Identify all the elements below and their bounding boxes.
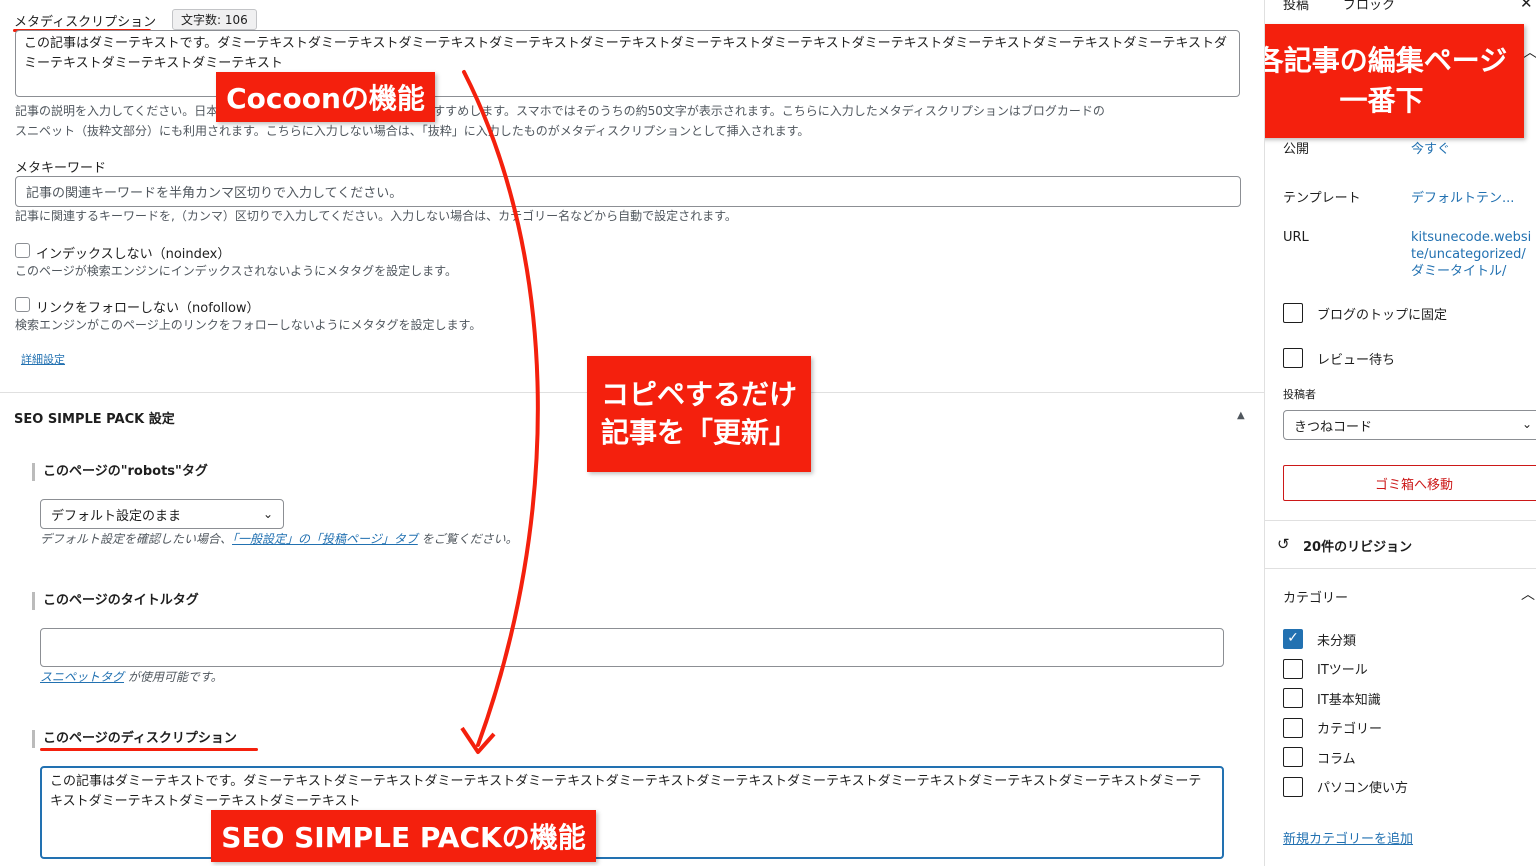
url-line1: kitsunecode.websi <box>1411 230 1532 245</box>
url-value[interactable]: kitsunecode.websi te/uncategorized/ ダミータ… <box>1411 229 1531 280</box>
pending-review-label[interactable]: レビュー待ち <box>1317 349 1395 368</box>
edit-page-bottom-annotation: 各記事の編集ページ 一番下 <box>1264 24 1524 138</box>
sticky-label[interactable]: ブログのトップに固定 <box>1317 304 1447 323</box>
bottom-annotation-line1: 各記事の編集ページ <box>1264 44 1508 77</box>
tab-block[interactable]: ブロック <box>1343 0 1395 13</box>
category-checkbox[interactable] <box>1283 688 1303 708</box>
copy-paste-annotation: コピペするだけ 記事を「更新」 <box>587 356 811 472</box>
category-list: ✓ 未分類 ITツール IT基本知識 カテゴリーコラムパソコン使い方 <box>1283 628 1533 810</box>
category-label: ITツール <box>1317 663 1368 678</box>
author-label: 投稿者 <box>1283 388 1316 401</box>
tab-post[interactable]: 投稿 <box>1283 0 1309 13</box>
post-meta-panel: メタディスクリプション 文字数: 106 この記事はダミーテキストです。ダミーテ… <box>0 0 1264 866</box>
category-checkbox[interactable] <box>1283 747 1303 767</box>
divider <box>1265 520 1536 521</box>
category-item[interactable]: IT基本知識 <box>1283 687 1381 709</box>
category-checkbox[interactable]: ✓ <box>1283 629 1303 649</box>
publish-value[interactable]: 今すぐ <box>1411 138 1450 157</box>
url-line3: ダミータイトル/ <box>1411 264 1507 279</box>
cocoon-feature-annotation: Cocoonの機能 <box>216 72 435 122</box>
category-label: パソコン使い方 <box>1317 781 1409 796</box>
category-label: カテゴリー <box>1317 722 1383 737</box>
revisions-link[interactable]: 20件のリビジョン <box>1303 536 1412 555</box>
add-category-link[interactable]: 新規カテゴリーを追加 <box>1283 828 1413 847</box>
chevron-up-icon[interactable]: ︿ <box>1521 584 1535 604</box>
category-checkbox[interactable] <box>1283 717 1303 738</box>
sticky-checkbox[interactable] <box>1283 303 1303 323</box>
copy-annotation-line1: コピペするだけ <box>600 378 797 411</box>
category-item[interactable]: コラム <box>1283 746 1356 768</box>
publish-label: 公開 <box>1283 142 1310 157</box>
url-label: URL <box>1283 230 1309 245</box>
pending-review-checkbox[interactable] <box>1283 348 1303 368</box>
category-checkbox[interactable] <box>1283 658 1303 679</box>
category-label: コラム <box>1317 751 1356 767</box>
chevron-down-icon: ⌄ <box>1522 417 1533 431</box>
history-icon: ↺ <box>1277 535 1290 553</box>
categories-title[interactable]: カテゴリー <box>1283 587 1348 606</box>
close-icon[interactable]: ✕ <box>1520 0 1533 12</box>
category-label: 未分類 <box>1317 633 1357 649</box>
category-item[interactable]: カテゴリー <box>1283 717 1382 739</box>
copy-annotation-line2: 記事を「更新」 <box>600 416 797 449</box>
post-settings-sidebar: 投稿 ブロック ✕ ︿ 公開 今すぐ テンプレート デフォルトテン... URL… <box>1264 0 1536 866</box>
category-item[interactable]: ✓ 未分類 <box>1283 628 1356 650</box>
author-select-value: きつねコード <box>1294 419 1373 435</box>
chevron-up-icon[interactable]: ︿ <box>1523 42 1536 62</box>
category-label: IT基本知識 <box>1317 692 1381 708</box>
url-line2: te/uncategorized/ <box>1411 247 1526 262</box>
category-item[interactable]: ITツール <box>1283 658 1368 680</box>
author-select[interactable]: きつねコード ⌄ <box>1283 410 1536 440</box>
template-label: テンプレート <box>1283 191 1361 206</box>
move-to-trash-button[interactable]: ゴミ箱へ移動 <box>1283 465 1536 501</box>
category-item[interactable]: パソコン使い方 <box>1283 776 1408 798</box>
template-value[interactable]: デフォルトテン... <box>1411 187 1514 206</box>
bottom-annotation-line2: 一番下 <box>1339 84 1424 117</box>
divider <box>1265 568 1536 569</box>
ssp-feature-annotation: SEO SIMPLE PACKの機能 <box>211 810 596 862</box>
category-checkbox[interactable] <box>1283 776 1303 797</box>
